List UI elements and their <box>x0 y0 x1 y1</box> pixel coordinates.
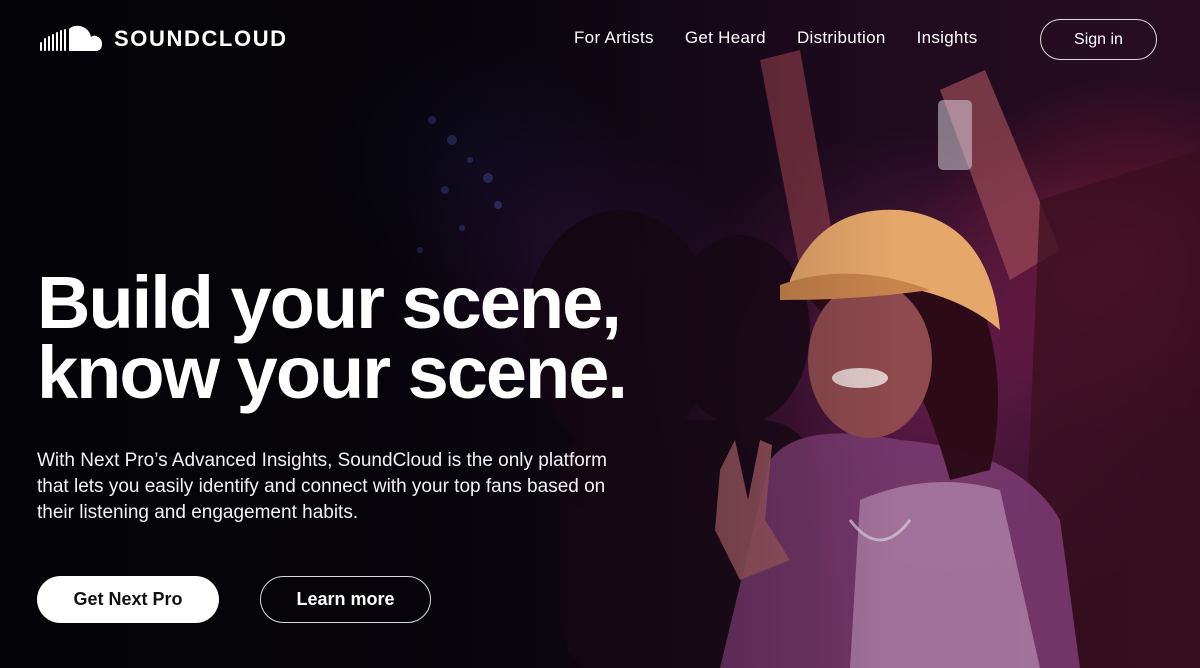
nav-insights[interactable]: Insights <box>917 28 978 48</box>
hero-description: With Next Pro’s Advanced Insights, Sound… <box>37 450 607 523</box>
brand-name: SOUNDCLOUD <box>114 26 288 51</box>
sign-in-button[interactable]: Sign in <box>1040 19 1157 60</box>
main-nav: For Artists Get Heard Distribution Insig… <box>574 28 1009 48</box>
site-header: SOUNDCLOUD For Artists Get Heard Distrib… <box>0 0 1200 80</box>
nav-for-artists[interactable]: For Artists <box>574 28 654 48</box>
headline-line-2: know your scene. <box>37 331 628 414</box>
nav-get-heard[interactable]: Get Heard <box>685 28 766 48</box>
soundcloud-cloud-icon <box>40 25 102 51</box>
headline-line-1: Build your scene, <box>37 261 622 344</box>
nav-distribution[interactable]: Distribution <box>797 28 886 48</box>
get-next-pro-button[interactable]: Get Next Pro <box>37 576 219 623</box>
soundcloud-logo[interactable]: SOUNDCLOUD <box>40 24 288 54</box>
learn-more-button[interactable]: Learn more <box>260 576 431 623</box>
hero-headline: Build your scene, know your scene. <box>37 261 628 414</box>
